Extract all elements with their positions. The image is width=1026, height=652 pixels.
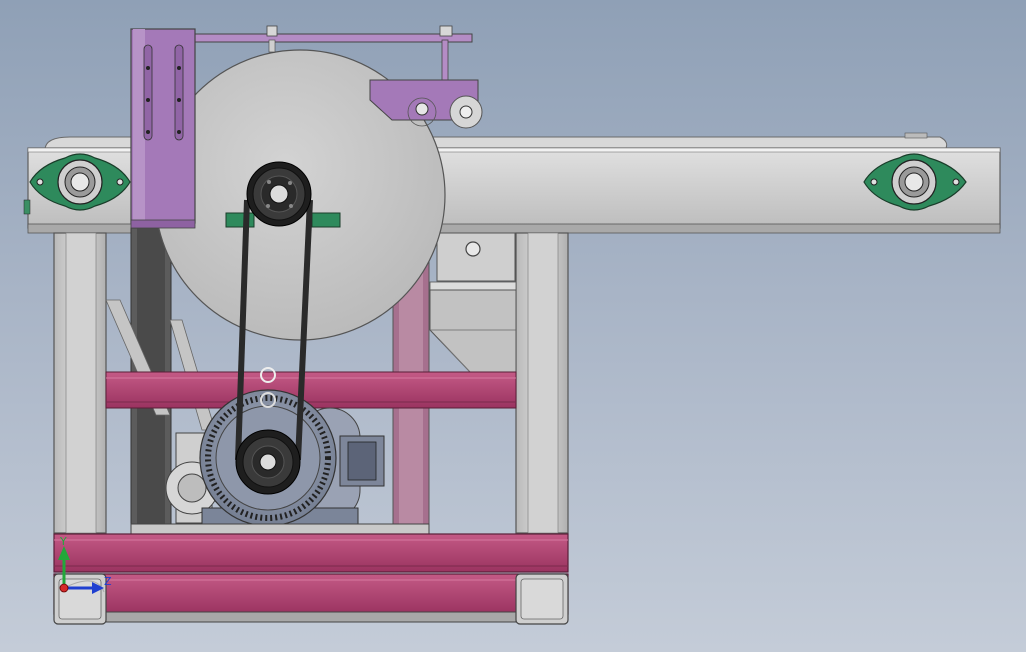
middle-crossbar (105, 371, 517, 409)
origin-point (59, 583, 69, 593)
z-axis-label: Z (104, 575, 112, 588)
base-frame (53, 523, 569, 625)
machine-assembly-drawing: Y Z (23, 25, 1001, 625)
discharge-chute (429, 232, 517, 373)
y-axis-label: Y (59, 535, 67, 548)
cad-viewport[interactable]: Y Z (0, 0, 1026, 652)
vertical-mount-bracket (130, 28, 196, 229)
motor-pulley (235, 429, 301, 495)
upper-pulley (246, 161, 312, 227)
